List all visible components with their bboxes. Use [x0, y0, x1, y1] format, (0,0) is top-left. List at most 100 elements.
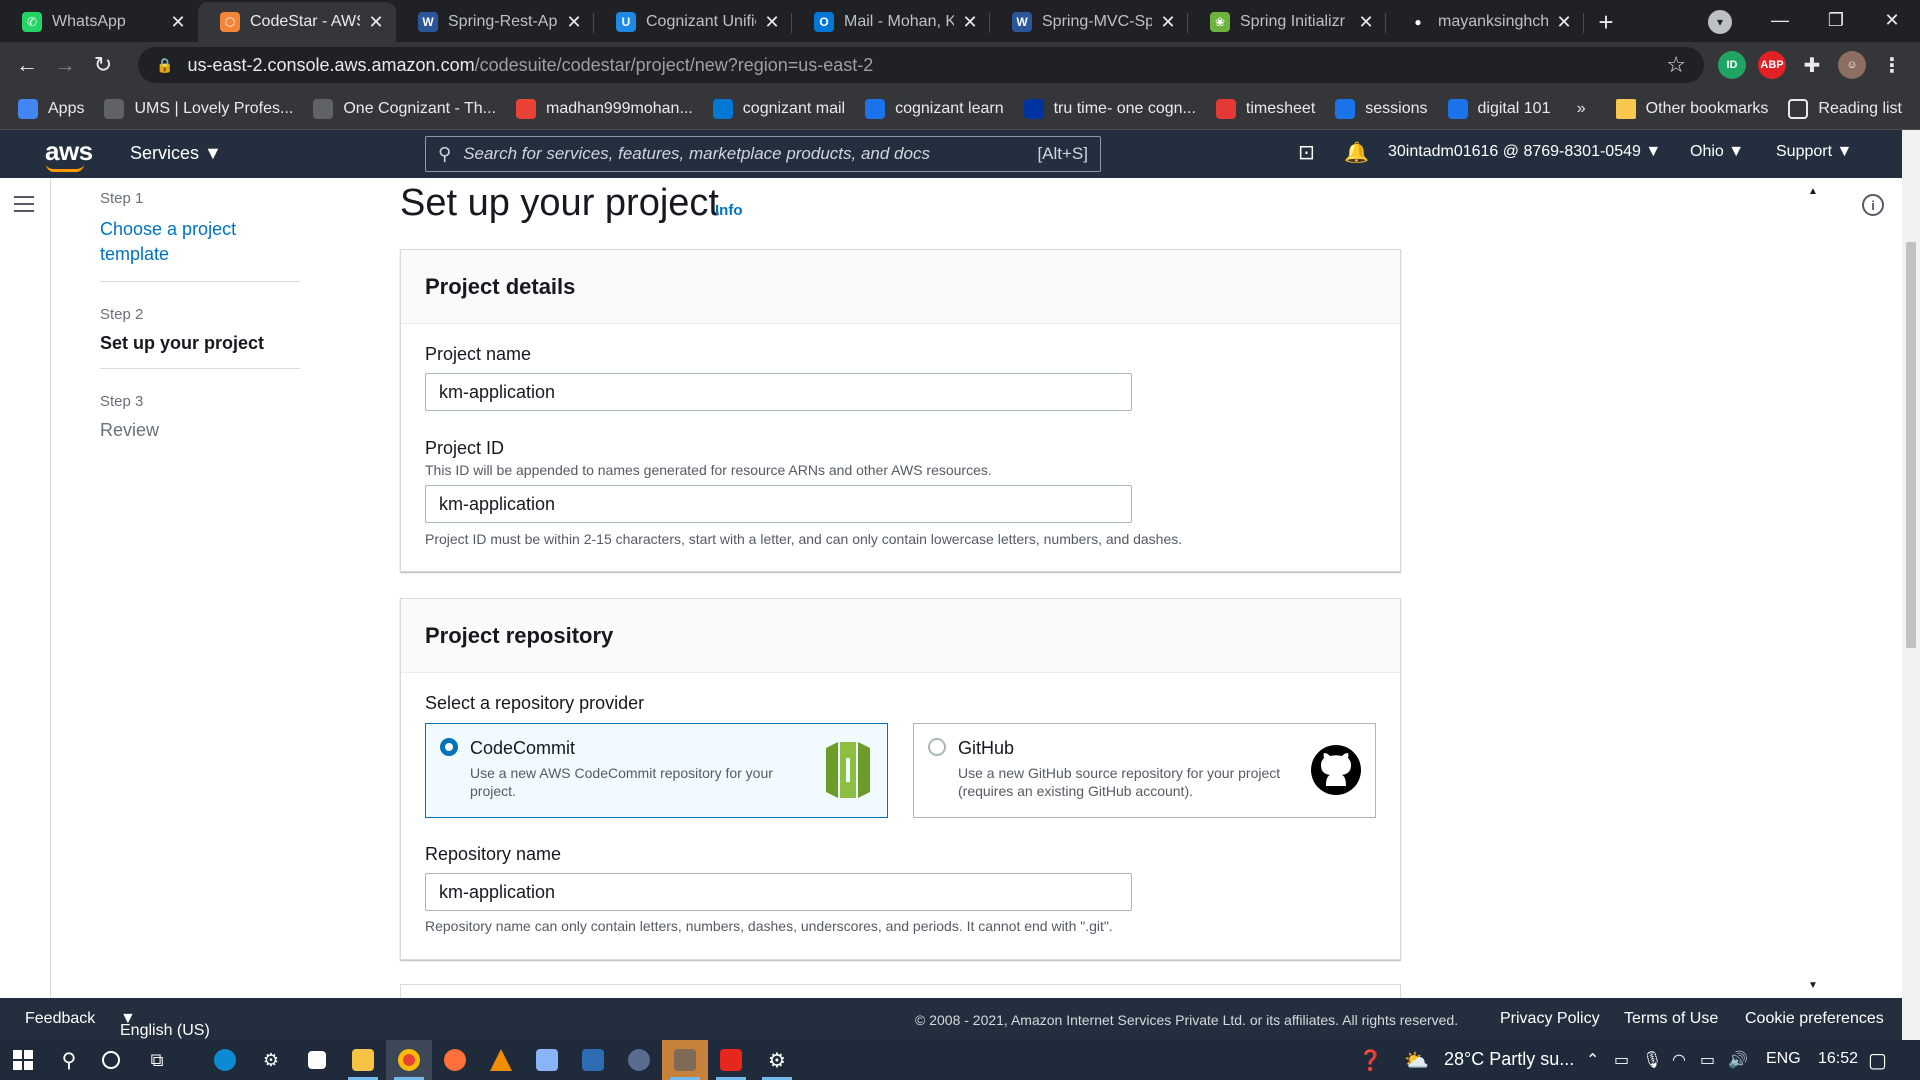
github-option[interactable]: GitHub Use a new GitHub source repositor… [913, 723, 1376, 818]
services-menu[interactable]: Services ▼ [130, 143, 222, 164]
aws-logo[interactable]: aws [45, 136, 93, 167]
minimize-icon[interactable]: — [1752, 10, 1808, 31]
browser-tab[interactable]: ❀ Spring Initializr ✕ [1188, 2, 1386, 42]
browser-tab[interactable]: W Spring-Rest-App ✕ [396, 2, 594, 42]
notifications-icon[interactable]: ▢ [1868, 1048, 1887, 1073]
project-name-input[interactable]: km-application [425, 373, 1132, 411]
restore-icon[interactable]: ❐ [1808, 10, 1864, 31]
back-icon[interactable]: ← [8, 52, 46, 78]
microphone-icon[interactable]: 🎙 [1642, 1050, 1662, 1070]
project-id-input[interactable]: km-application [425, 485, 1132, 523]
vlc-icon[interactable] [478, 1040, 524, 1080]
browser-menu-icon[interactable]: ⋮ [1878, 51, 1906, 79]
info-panel-icon[interactable]: i [1862, 194, 1884, 216]
vpn-icon[interactable] [616, 1040, 662, 1080]
gear-app-icon[interactable]: ⚙ [754, 1040, 800, 1080]
info-link[interactable]: Info [715, 202, 743, 219]
app-icon[interactable] [662, 1040, 708, 1080]
github-radio[interactable] [928, 738, 946, 756]
weather-icon[interactable]: ⛅ [1404, 1048, 1429, 1073]
more-bookmarks-button[interactable]: » [1577, 100, 1586, 118]
forward-icon[interactable]: → [46, 52, 84, 78]
page-scroll-down-icon[interactable]: ▼ [1808, 980, 1818, 991]
windows-start-icon[interactable] [0, 1040, 46, 1080]
extension-icon[interactable]: ID [1718, 51, 1746, 79]
language-indicator[interactable]: ENG [1766, 1050, 1801, 1068]
tray-chevron-icon[interactable]: ⌃ [1586, 1050, 1599, 1070]
weather-text[interactable]: 28°C Partly su... [1444, 1049, 1574, 1070]
browser-tab[interactable]: ⬡ CodeStar - AWS D ✕ [198, 2, 396, 42]
tab-close-icon[interactable]: ✕ [1158, 12, 1178, 33]
edge-icon[interactable] [202, 1040, 248, 1080]
tab-close-icon[interactable]: ✕ [960, 12, 980, 33]
reload-icon[interactable]: ↻ [84, 52, 122, 78]
bookmark-item[interactable]: UMS | Lovely Profes... [104, 98, 293, 119]
tab-close-icon[interactable]: ✕ [168, 12, 188, 33]
profile-avatar[interactable]: ☺ [1838, 51, 1866, 79]
browser-tab[interactable]: O Mail - Mohan, Ko ✕ [792, 2, 990, 42]
bookmark-item[interactable]: Apps [18, 98, 84, 119]
bookmark-star-icon[interactable]: ☆ [1666, 52, 1686, 78]
bookmark-item[interactable]: timesheet [1215, 98, 1315, 119]
tab-close-icon[interactable]: ✕ [366, 12, 386, 33]
browser-tab[interactable]: ✆ WhatsApp ✕ [0, 2, 198, 42]
bookmark-item[interactable]: cognizant learn [865, 98, 1004, 119]
language-selector[interactable]: English (US) ▼ [120, 1010, 210, 1039]
camera-icon[interactable] [524, 1040, 570, 1080]
store-icon[interactable] [294, 1040, 340, 1080]
help-icon[interactable]: ❓ [1358, 1048, 1383, 1073]
browser-scrollbar[interactable] [1902, 130, 1920, 1040]
close-window-icon[interactable]: ✕ [1864, 10, 1920, 31]
browser-tab[interactable]: ● mayanksinghchou ✕ [1386, 2, 1584, 42]
volume-icon[interactable]: 🔊 [1728, 1050, 1748, 1070]
cortana-icon[interactable] [88, 1040, 134, 1080]
tab-search-icon[interactable]: ▾ [1708, 10, 1732, 34]
meet-now-icon[interactable]: ▭ [1614, 1050, 1629, 1070]
cloudshell-icon[interactable]: ⊡ [1298, 140, 1315, 165]
repository-name-input[interactable]: km-application [425, 873, 1132, 911]
cookie-preferences-link[interactable]: Cookie preferences [1745, 1010, 1884, 1028]
bookmark-item[interactable]: madhan999mohan... [516, 98, 693, 119]
notifications-bell-icon[interactable]: 🔔 [1344, 140, 1369, 165]
tab-close-icon[interactable]: ✕ [564, 12, 584, 33]
codecommit-option[interactable]: CodeCommit Use a new AWS CodeCommit repo… [425, 723, 888, 818]
extensions-puzzle-icon[interactable]: ✚ [1798, 51, 1826, 79]
clock[interactable]: 16:52 [1818, 1050, 1858, 1068]
scrollbar-thumb[interactable] [1906, 242, 1916, 648]
adblock-icon[interactable]: ABP [1758, 51, 1786, 79]
chrome-icon[interactable] [386, 1040, 432, 1080]
tab-close-icon[interactable]: ✕ [1554, 12, 1574, 33]
bookmark-item[interactable]: One Cognizant - Th... [313, 98, 496, 119]
terms-of-use-link[interactable]: Terms of Use [1624, 1010, 1718, 1028]
feedback-link[interactable]: Feedback [25, 1010, 95, 1028]
aws-search-input[interactable]: ⚲ Search for services, features, marketp… [425, 136, 1101, 172]
bookmark-item[interactable]: digital 101 [1447, 98, 1550, 119]
firefox-icon[interactable] [432, 1040, 478, 1080]
new-tab-button[interactable]: + [1584, 2, 1628, 42]
tab-close-icon[interactable]: ✕ [762, 12, 782, 33]
step-link-choose-template[interactable]: Choose a project template [100, 217, 300, 267]
tab-close-icon[interactable]: ✕ [1356, 12, 1376, 33]
visual-studio-icon[interactable] [570, 1040, 616, 1080]
browser-tab[interactable]: U Cognizant Unified ✕ [594, 2, 792, 42]
page-scroll-up-icon[interactable]: ▲ [1808, 186, 1818, 197]
task-view-icon[interactable]: ⧉ [134, 1040, 180, 1080]
region-menu[interactable]: Ohio ▼ [1690, 143, 1744, 161]
bookmark-item[interactable]: tru time- one cogn... [1023, 98, 1196, 119]
other-bookmarks[interactable]: Other bookmarks [1615, 99, 1768, 119]
search-taskbar-icon[interactable]: ⚲ [46, 1040, 92, 1080]
settings-icon[interactable]: ⚙ [248, 1040, 294, 1080]
support-menu[interactable]: Support ▼ [1776, 143, 1852, 161]
codecommit-radio[interactable] [440, 738, 458, 756]
battery-icon[interactable]: ▭ [1700, 1050, 1715, 1070]
browser-tab[interactable]: W Spring-MVC-Sprin ✕ [990, 2, 1188, 42]
wifi-icon[interactable]: ◠ [1672, 1050, 1686, 1070]
privacy-policy-link[interactable]: Privacy Policy [1500, 1010, 1600, 1028]
bookmark-item[interactable]: sessions [1335, 98, 1428, 119]
acrobat-icon[interactable] [708, 1040, 754, 1080]
hamburger-menu-icon[interactable] [14, 196, 34, 217]
account-menu[interactable]: 30intadm01616 @ 8769-8301-0549 ▼ [1388, 143, 1661, 161]
bookmark-item[interactable]: cognizant mail [712, 98, 845, 119]
reading-list[interactable]: Reading list [1788, 99, 1902, 119]
lock-icon[interactable]: 🔒 [156, 57, 173, 74]
